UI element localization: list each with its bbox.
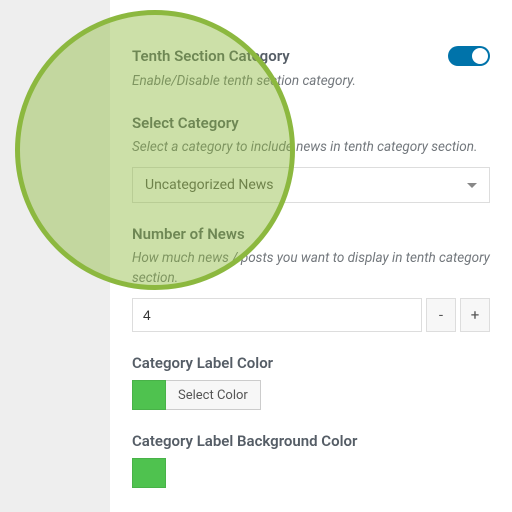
field-select-category: Select Category Select a category to inc… [132, 114, 490, 204]
field-title: Category Label Color [132, 354, 490, 372]
toggle-tenth-section[interactable] [448, 46, 490, 66]
field-title: Tenth Section Category [132, 47, 290, 65]
color-swatch[interactable] [132, 458, 166, 488]
increment-button[interactable]: + [460, 298, 490, 332]
field-tenth-section-category: Tenth Section Category Enable/Disable te… [132, 46, 490, 92]
settings-panel: Tenth Section Category Enable/Disable te… [110, 0, 512, 512]
select-value: Uncategorized News [145, 177, 274, 193]
field-desc: Enable/Disable tenth section category. [132, 72, 490, 92]
decrement-button[interactable]: - [426, 298, 456, 332]
field-label-color: Category Label Color Select Color [132, 354, 490, 410]
field-desc: How much news / posts you want to displa… [132, 249, 490, 288]
number-of-news-input[interactable] [132, 298, 422, 332]
category-select[interactable]: Uncategorized News [132, 167, 490, 203]
field-title: Number of News [132, 225, 490, 243]
select-color-button[interactable]: Select Color [166, 380, 261, 410]
field-title: Category Label Background Color [132, 432, 490, 450]
field-label-bg-color: Category Label Background Color [132, 432, 490, 488]
color-swatch[interactable] [132, 380, 166, 410]
field-number-of-news: Number of News How much news / posts you… [132, 225, 490, 332]
field-desc: Select a category to include news in ten… [132, 138, 490, 158]
chevron-down-icon [467, 183, 477, 188]
toggle-knob [472, 48, 488, 64]
field-title: Select Category [132, 114, 490, 132]
